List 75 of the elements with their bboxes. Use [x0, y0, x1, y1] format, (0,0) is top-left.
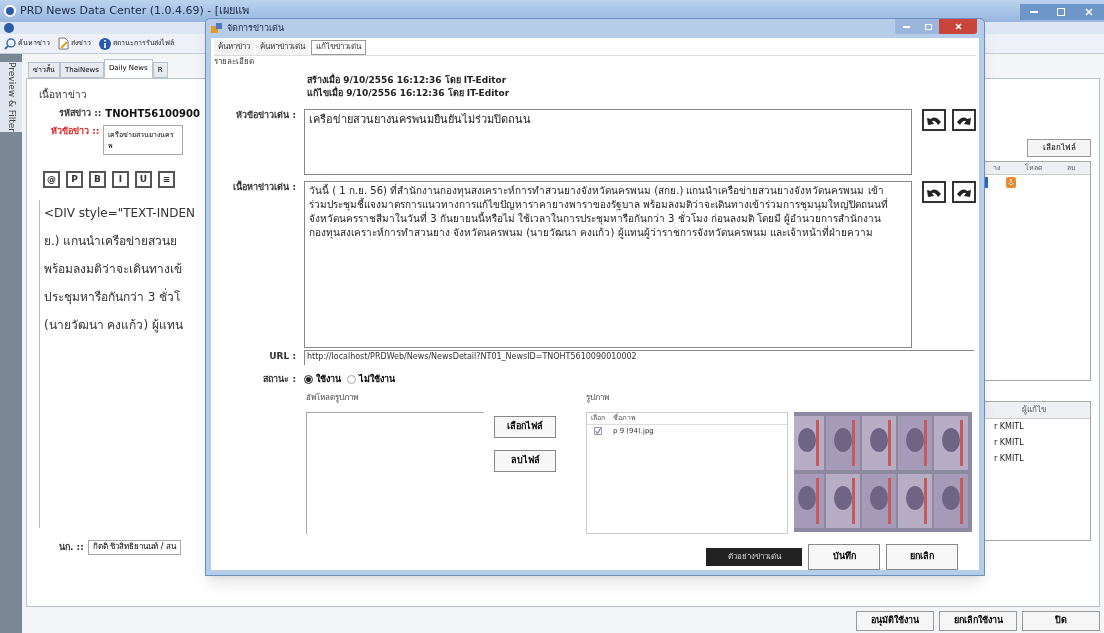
editor-line: ประชุมหารือกันกว่า 3 ชั่วโ: [44, 288, 182, 306]
images-label: รูปภาพ: [586, 392, 610, 404]
close-button[interactable]: [939, 19, 977, 34]
reporter-field: กิตติ ชิวสิทธิยานนท์ / สน: [87, 540, 182, 555]
undo-button[interactable]: [922, 180, 946, 203]
format-button[interactable]: B: [89, 171, 106, 188]
app-icon: [4, 5, 16, 17]
choose-file-button[interactable]: เลือกไฟล์: [1027, 139, 1091, 157]
redo-button[interactable]: [952, 108, 976, 131]
editor-line: (นายวัฒนา คงแก้ว) ผู้แทน: [44, 317, 184, 334]
editor-line: พร้อมลงมติว่าจะเดินทางเข้: [44, 261, 183, 278]
minimize-button[interactable]: [895, 19, 917, 34]
minimize-icon: [902, 25, 910, 28]
format-button[interactable]: ≡: [158, 171, 175, 188]
checkbox[interactable]: [594, 427, 602, 435]
field-label: หัวข้อข่าว ::: [51, 125, 100, 138]
radio-label: ไม่ใช้งาน: [359, 372, 395, 386]
info-icon: [99, 37, 111, 50]
format-button[interactable]: U: [135, 171, 152, 188]
redo-button[interactable]: [952, 180, 976, 203]
tab[interactable]: แก้ไขข่าวเด่น: [311, 39, 366, 55]
radio-button[interactable]: [304, 374, 313, 384]
radio-label: ใช้งาน: [316, 372, 341, 386]
format-button[interactable]: P: [66, 171, 83, 188]
delete-file-button[interactable]: ลบไฟล์: [494, 450, 556, 472]
headline-field[interactable]: เครือข่ายสวนยางนครพนมยืนยันไม่ร่วมปิดถนน: [304, 108, 912, 175]
table-cell-text: r KMITL: [993, 421, 1025, 433]
field-label: รหัสข่าว ::: [59, 106, 102, 120]
download-icon: [1006, 177, 1016, 188]
side-tab[interactable]: Preview & Filter: [0, 62, 22, 133]
choose-file-button[interactable]: เลือกไฟล์: [494, 416, 556, 438]
tab[interactable]: ค้นหาข่าวเด่น: [256, 39, 309, 55]
preview-button[interactable]: ตัวอย่างข่าวเด่น: [706, 548, 802, 566]
upload-label: อัพโหลดรูปภาพ: [306, 392, 359, 404]
modified-info: แก้ไขเมื่อ 9/10/2556 16:12:36 โดย IT-Editor: [307, 87, 511, 100]
url-field[interactable]: http://localhost/PRDWeb/News/NewsDetail?NT01_NewsID=TNOHT5610090010002: [304, 349, 974, 365]
tab[interactable]: ค้นหาข่าว: [214, 39, 254, 55]
field-label: นก. ::: [59, 540, 84, 554]
format-button[interactable]: @: [43, 171, 60, 188]
field-label: สถานะ :: [262, 372, 297, 386]
close-icon: [954, 23, 962, 30]
field-label: เนื้อหาข่าวเด่น :: [232, 180, 297, 194]
format-button[interactable]: I: [112, 171, 129, 188]
minimize-button[interactable]: [1020, 4, 1048, 20]
editor-line: <DIV style="TEXT-INDEN: [44, 205, 196, 222]
close-button[interactable]: [1074, 4, 1104, 20]
table-cell-text: r KMITL: [993, 437, 1025, 449]
news-id: TNOHT56100900: [105, 107, 200, 121]
body-field[interactable]: วันนี้ ( 1 ก.ย. 56) ที่สำนักงานกองทุนสงเคราะห์การทำสวนยางจังหวัดนครพนม (สกย.) แกนนำเครือข่ายสวนยางจังหวัดนครพนม เข้าร่วมประชุมชี้แจงมาตรการแนวทางการแก้ไขปัญหาราคายางพาราของรัฐบาล พร้อมลงมติว่าจะเดินทางเข้าร่วมการชุมนุมใหญ่ปิดถนนที่จังหวัดนครราชสีมาในวันที่ 3 กันยายนนี้หรือไม่ ใช้เวลาในการประชุมหารือกันกว่า 3 ชั่วโมง ก่อนลงมติ โดยมี ผู้อำนวยการสำนักงานกองทุนสงเคราะห์การทำสวนยาง จังหวัดนครพนม (นายวัฒนา คงแก้ว) ผู้แทนผู้ว่าราชการจังหวัดนครพนม และเจ้าหน้าที่ฝ่ายความ: [304, 180, 912, 348]
undo-button[interactable]: [922, 108, 946, 131]
maximize-button[interactable]: [917, 19, 939, 34]
document-icon: [58, 37, 69, 50]
save-button[interactable]: บันทึก: [808, 544, 880, 570]
maximize-icon: [1057, 8, 1065, 16]
field-label: หัวข้อข่าวเด่น :: [235, 108, 297, 122]
window-title: PRD News Data Center (1.0.4.69) - [เผยแพ: [20, 2, 250, 19]
editor-line: ย.) แกนนำเครือข่ายสวนย: [44, 233, 179, 250]
footer-button[interactable]: ยกเลิกใช้งาน: [939, 611, 1017, 631]
radio-button[interactable]: [347, 374, 356, 384]
footer-button[interactable]: ปิด: [1022, 611, 1100, 631]
group-title: เนื้อหาข่าว: [39, 87, 88, 102]
check-icon: [595, 428, 601, 434]
field-label: URL :: [268, 350, 297, 364]
dialog-title: จัดการข่าวเด่น: [227, 21, 284, 35]
dialog-icon: [211, 22, 223, 35]
created-info: สร้างเมื่อ 9/10/2556 16:12:36 โดย IT-Editor: [307, 73, 508, 86]
footer-button[interactable]: อนุมัติใช้งาน: [856, 611, 934, 631]
search-icon: [4, 37, 16, 50]
table-cell-text: r KMITL: [993, 453, 1025, 465]
app-icon: [4, 23, 14, 33]
section-title: รายละเอียด: [214, 55, 255, 68]
close-icon: [1085, 8, 1093, 16]
maximize-icon: [924, 23, 932, 30]
cancel-button[interactable]: ยกเลิก: [886, 544, 958, 570]
minimize-icon: [1030, 10, 1038, 14]
